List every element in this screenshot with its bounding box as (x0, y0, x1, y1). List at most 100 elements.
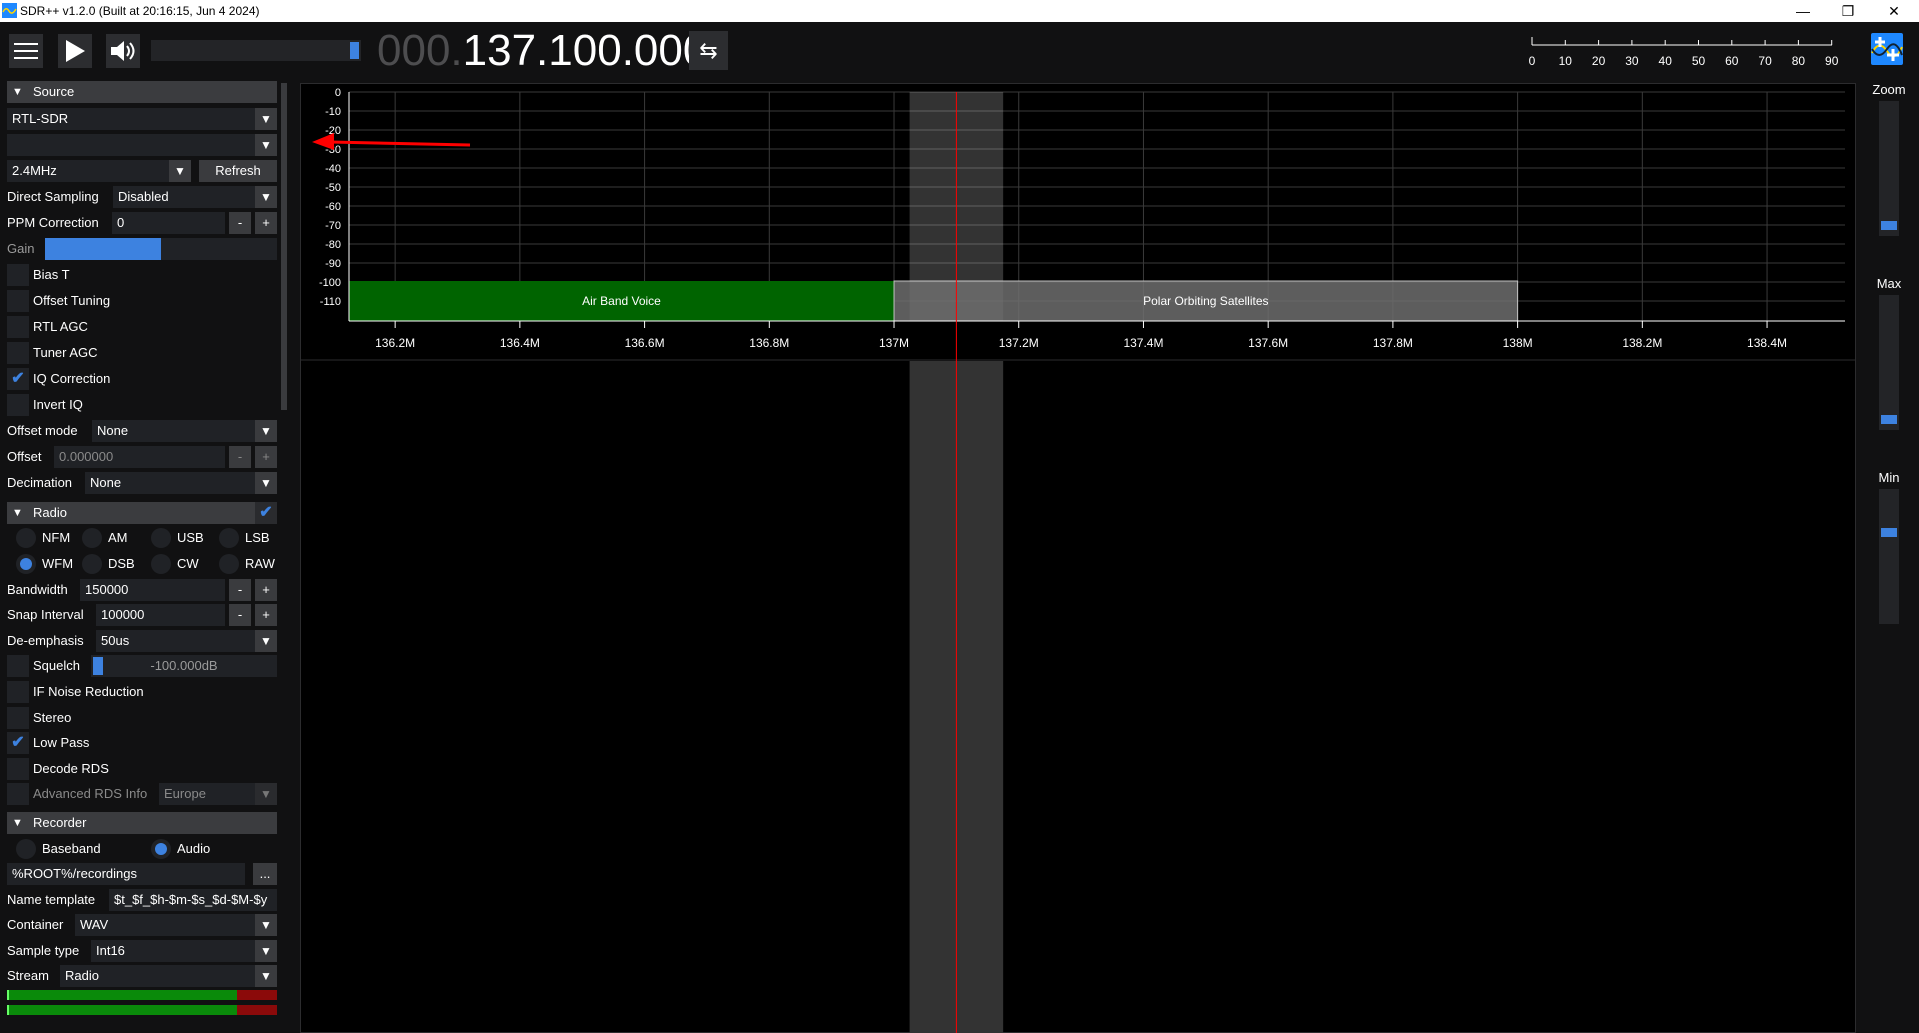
volume-slider-thumb[interactable] (350, 42, 359, 59)
sample-type-select[interactable]: Int16 (91, 940, 255, 962)
ppm-input[interactable]: 0 (112, 212, 225, 234)
min-slider-thumb[interactable] (1881, 528, 1897, 538)
dropdown-arrow-icon[interactable]: ▼ (255, 965, 277, 987)
checkbox-row[interactable]: Decode RDS (7, 757, 277, 780)
volume-slider[interactable] (151, 40, 361, 61)
dropdown-arrow-icon[interactable]: ▼ (255, 420, 277, 442)
stream-select[interactable]: Radio (60, 965, 255, 987)
radio-header[interactable]: ▼ Radio ✔ (7, 502, 277, 524)
device-select[interactable]: RTL-SDR ▼ (7, 108, 277, 130)
recorder-mode-audio[interactable]: Audio (151, 838, 271, 860)
checkbox-row[interactable]: ✔ Low Pass (7, 732, 277, 755)
snap-increment-button[interactable]: + (255, 604, 277, 626)
mode-radio-nfm[interactable]: NFM (16, 527, 82, 549)
recorder-mode-baseband[interactable]: Baseband (16, 838, 136, 860)
bandwidth-increment-button[interactable]: + (255, 579, 277, 601)
sample-rate-select[interactable]: 2.4MHz (7, 160, 169, 182)
mode-radio-raw[interactable]: RAW (219, 553, 285, 575)
refresh-button[interactable]: Refresh (199, 160, 277, 182)
checkbox[interactable] (7, 394, 29, 416)
bandwidth-input[interactable]: 150000 (80, 579, 225, 601)
dropdown-arrow-icon[interactable]: ▼ (255, 783, 277, 805)
radio-enable-checkbox[interactable]: ✔ (255, 502, 277, 524)
device-serial-select[interactable]: ▼ (7, 134, 277, 156)
offset-decrement-button[interactable]: - (229, 446, 251, 468)
mode-radio-dsb[interactable]: DSB (82, 553, 148, 575)
squelch-slider[interactable]: -100.000dB (91, 655, 277, 677)
dropdown-arrow-icon[interactable]: ▼ (255, 186, 277, 208)
menu-button[interactable] (9, 34, 43, 68)
bandwidth-decrement-button[interactable]: - (229, 579, 251, 601)
snap-input[interactable]: 100000 (96, 604, 225, 626)
snap-decrement-button[interactable]: - (229, 604, 251, 626)
adv-rds-checkbox[interactable] (7, 783, 29, 805)
dropdown-arrow-icon[interactable]: ▼ (255, 630, 277, 652)
direct-sampling-select[interactable]: Disabled (113, 186, 255, 208)
recording-path-input[interactable]: %ROOT%/recordings (7, 863, 245, 885)
checkbox-row[interactable]: Invert IQ (7, 394, 277, 416)
max-slider[interactable] (1879, 295, 1899, 430)
radio-button[interactable] (82, 528, 102, 548)
restore-button[interactable]: ❐ (1833, 2, 1863, 20)
checkbox-row[interactable]: IF Noise Reduction (7, 681, 277, 703)
dropdown-arrow-icon[interactable]: ▼ (255, 472, 277, 494)
mode-radio-wfm[interactable]: WFM (16, 553, 82, 575)
zoom-slider[interactable] (1879, 101, 1899, 236)
swap-button[interactable]: ⇆ (689, 31, 728, 70)
mode-radio-am[interactable]: AM (82, 527, 148, 549)
max-slider-thumb[interactable] (1881, 414, 1897, 424)
left-panel-scrollbar[interactable] (281, 83, 287, 410)
checkbox[interactable] (7, 290, 29, 312)
mode-radio-cw[interactable]: CW (151, 553, 217, 575)
dropdown-arrow-icon[interactable]: ▼ (255, 940, 277, 962)
source-header[interactable]: ▼ Source (7, 81, 277, 103)
checkbox[interactable] (7, 681, 29, 703)
checkbox[interactable]: ✔ (7, 368, 29, 390)
spectrum-waterfall[interactable]: 0-10-20-30-40-50-60-70-80-90-100-110136.… (300, 83, 1856, 1033)
gain-slider[interactable] (45, 238, 277, 260)
recorder-header[interactable]: ▼ Recorder (7, 812, 277, 834)
checkbox-row[interactable]: Bias T (7, 264, 277, 286)
checkbox[interactable] (7, 706, 29, 729)
offset-mode-select[interactable]: None (92, 420, 255, 442)
checkbox-row[interactable]: Tuner AGC (7, 342, 277, 364)
ppm-decrement-button[interactable]: - (229, 212, 251, 234)
checkbox[interactable] (7, 757, 29, 780)
ppm-increment-button[interactable]: + (255, 212, 277, 234)
close-button[interactable]: ✕ (1879, 2, 1909, 20)
checkbox-row[interactable]: Offset Tuning (7, 290, 277, 312)
squelch-thumb[interactable] (93, 657, 103, 675)
offset-increment-button[interactable]: + (255, 446, 277, 468)
radio-button[interactable] (16, 554, 36, 574)
radio-button[interactable] (16, 528, 36, 548)
name-template-input[interactable]: $t_$f_$h-$m-$s_$d-$M-$y (109, 889, 277, 911)
frequency-display[interactable]: 000.137.100.000 (377, 24, 707, 78)
browse-button[interactable]: ... (253, 863, 277, 885)
deemphasis-select[interactable]: 50us (96, 630, 255, 652)
checkbox-row[interactable]: Stereo (7, 706, 277, 729)
checkbox[interactable] (7, 264, 29, 286)
checkbox[interactable] (7, 342, 29, 364)
checkbox-row[interactable]: RTL AGC (7, 316, 277, 338)
dropdown-arrow-icon[interactable]: ▼ (169, 160, 191, 182)
radio-button[interactable] (151, 839, 171, 859)
checkbox[interactable] (7, 316, 29, 338)
min-slider[interactable] (1879, 489, 1899, 624)
play-button[interactable] (58, 34, 92, 68)
dropdown-arrow-icon[interactable]: ▼ (255, 914, 277, 936)
mute-button[interactable] (106, 34, 140, 68)
radio-button[interactable] (219, 554, 239, 574)
radio-button[interactable] (151, 528, 171, 548)
radio-button[interactable] (82, 554, 102, 574)
minimize-button[interactable]: — (1788, 2, 1818, 20)
adv-rds-select[interactable]: Europe (159, 783, 255, 805)
offset-input[interactable]: 0.000000 (54, 446, 225, 468)
mode-radio-lsb[interactable]: LSB (219, 527, 285, 549)
radio-button[interactable] (151, 554, 171, 574)
radio-button[interactable] (219, 528, 239, 548)
mode-radio-usb[interactable]: USB (151, 527, 217, 549)
decimation-select[interactable]: None (85, 472, 255, 494)
checkbox[interactable]: ✔ (7, 732, 29, 755)
squelch-checkbox[interactable] (7, 655, 29, 677)
checkbox-row[interactable]: ✔ IQ Correction (7, 368, 277, 390)
